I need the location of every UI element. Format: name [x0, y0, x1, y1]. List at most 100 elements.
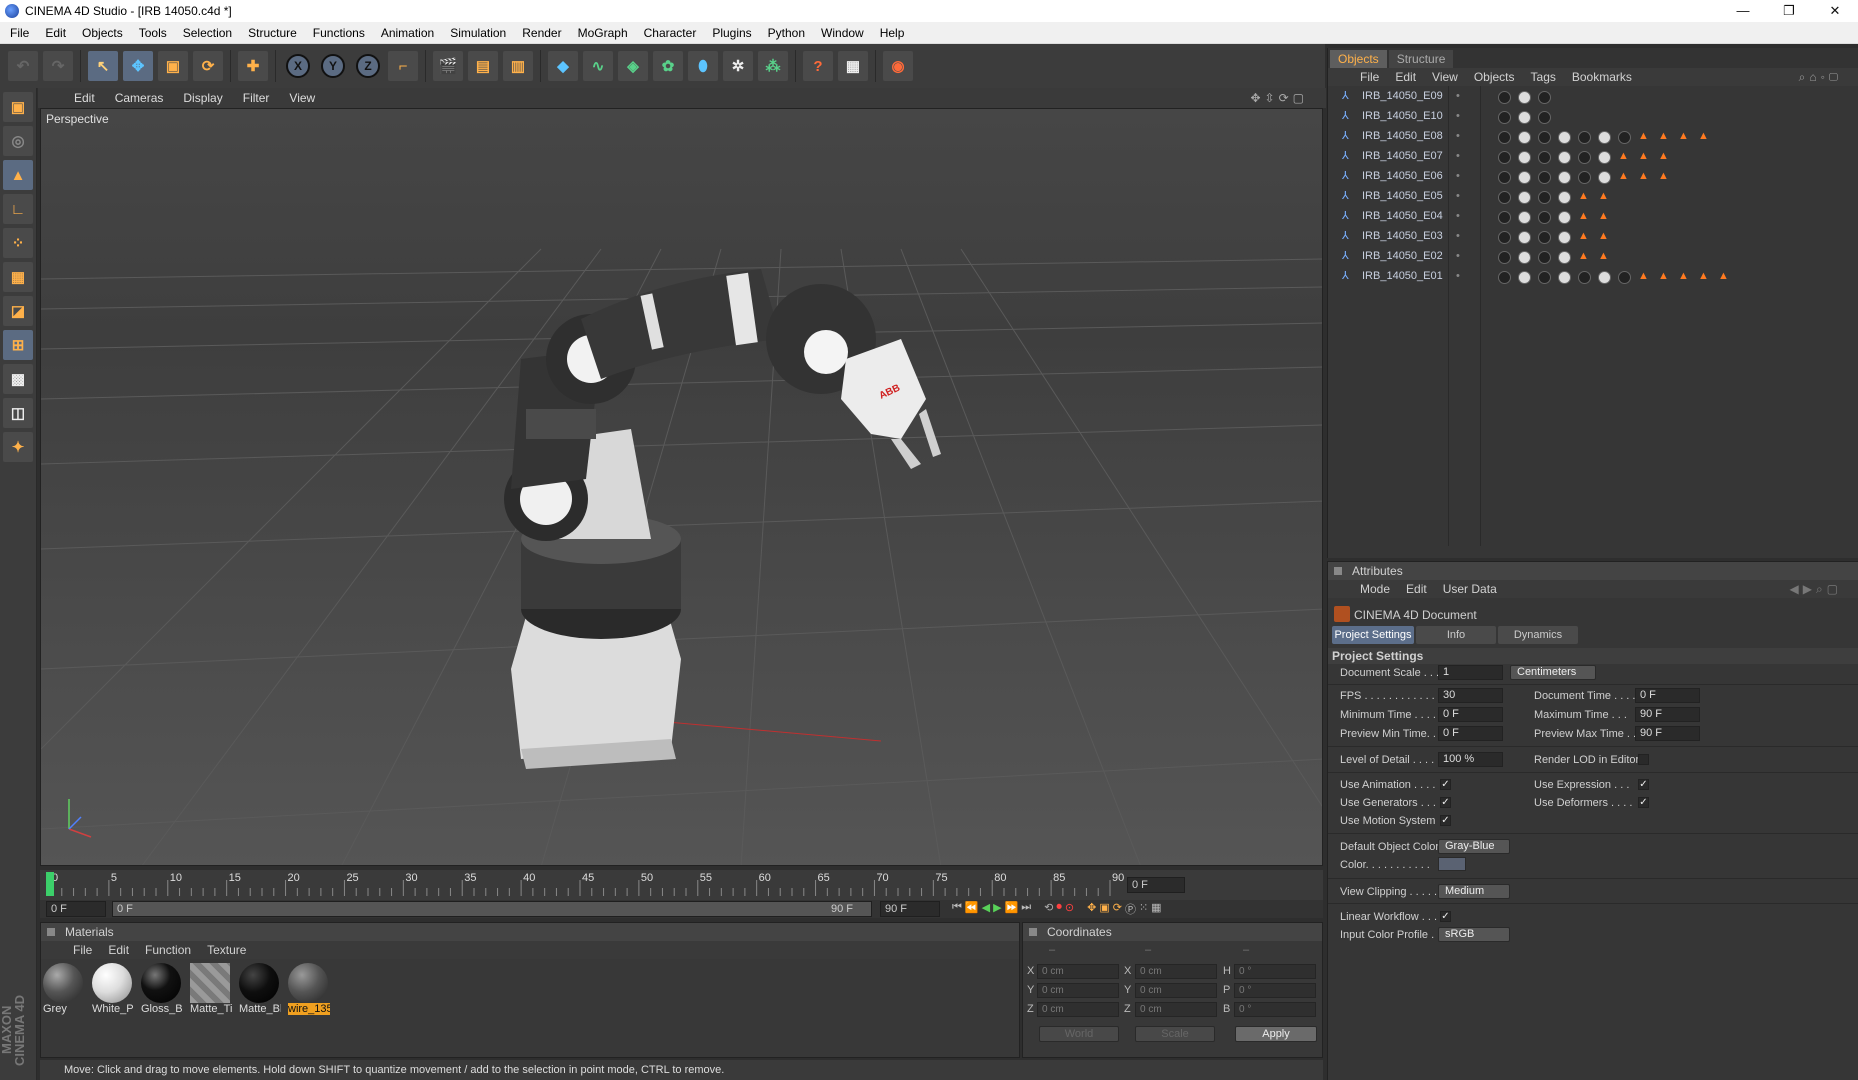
default-object-color-dropdown[interactable]: Gray-Blue [1438, 839, 1510, 854]
phong-tag-icon[interactable]: ▲ [1598, 228, 1609, 245]
coordinate-system-icon[interactable]: ⌐ [388, 51, 418, 81]
array-icon[interactable]: ✿ [653, 51, 683, 81]
move-tool-icon[interactable]: ✥ [123, 51, 153, 81]
menu-help[interactable]: Help [872, 26, 913, 40]
use-generators-checkbox[interactable]: ✓ [1440, 797, 1451, 808]
phong-tag-icon[interactable]: ▲ [1658, 268, 1669, 285]
cube-object-icon[interactable]: ◆ [548, 51, 578, 81]
menu-animation[interactable]: Animation [373, 26, 442, 40]
phong-tag-icon[interactable]: ▲ [1578, 228, 1589, 245]
tab-project-settings[interactable]: Project Settings [1332, 626, 1414, 644]
recent-tools-icon[interactable]: ✚ [238, 51, 268, 81]
size-mode-dropdown[interactable]: Scale [1135, 1026, 1215, 1042]
phong-tag-icon[interactable]: ▲ [1638, 168, 1649, 185]
material-tag-icon[interactable] [1498, 171, 1511, 184]
commander-icon[interactable]: ▦ [838, 51, 868, 81]
apply-button[interactable]: Apply [1235, 1026, 1317, 1042]
materials-menu-file[interactable]: File [65, 943, 100, 957]
objects-menu-bookmarks[interactable]: Bookmarks [1564, 70, 1640, 84]
material-tag-icon[interactable] [1498, 111, 1511, 124]
perspective-viewport[interactable]: Perspective ABB [40, 108, 1323, 866]
object-row[interactable]: ⅄ IRB_14050_E03 • ▲ ▲ [1328, 228, 1858, 245]
autokey-icon[interactable]: ⊙ [1065, 901, 1074, 917]
material-tag-icon[interactable] [1538, 171, 1551, 184]
visibility-dots-icon[interactable]: • [1456, 148, 1460, 165]
y-axis-lock-icon[interactable]: Y [321, 54, 345, 78]
material-tag-icon[interactable] [1518, 131, 1531, 144]
material-tag-icon[interactable] [1558, 271, 1571, 284]
view-clipping-dropdown[interactable]: Medium [1438, 884, 1510, 899]
key-scale-icon[interactable]: ▣ [1099, 901, 1109, 917]
visibility-dots-icon[interactable]: • [1456, 188, 1460, 205]
x-axis-lock-icon[interactable]: X [286, 54, 310, 78]
sculpt-icon[interactable]: ✦ [3, 432, 33, 462]
rot-p-field[interactable]: 0 ° [1234, 983, 1316, 998]
phong-tag-icon[interactable]: ▲ [1598, 208, 1609, 225]
nurbs-generator-icon[interactable]: ◈ [618, 51, 648, 81]
texture-mode-icon[interactable]: ◎ [3, 126, 33, 156]
rotate-tool-icon[interactable]: ⟳ [193, 51, 223, 81]
coordinate-space-dropdown[interactable]: World [1039, 1026, 1119, 1042]
size-y-field[interactable]: 0 cm [1135, 983, 1217, 998]
pos-y-field[interactable]: 0 cm [1037, 983, 1119, 998]
material-tag-icon[interactable] [1618, 131, 1631, 144]
menu-mograph[interactable]: MoGraph [570, 26, 636, 40]
phong-tag-icon[interactable]: ▲ [1658, 148, 1669, 165]
start-frame-field[interactable]: 0 F [46, 901, 106, 917]
material-tag-icon[interactable] [1518, 251, 1531, 264]
menu-plugins[interactable]: Plugins [704, 26, 759, 40]
material-tag-icon[interactable] [1538, 251, 1551, 264]
material-tag-icon[interactable] [1558, 171, 1571, 184]
material-swatch[interactable]: Grey [43, 963, 85, 1021]
play-forward-icon[interactable]: ▶ [993, 901, 1001, 917]
use-motion-system-checkbox[interactable]: ✓ [1440, 815, 1451, 826]
materials-menu-edit[interactable]: Edit [100, 943, 137, 957]
material-tag-icon[interactable] [1498, 91, 1511, 104]
menu-structure[interactable]: Structure [240, 26, 305, 40]
model-mode-icon[interactable]: ▲ [3, 160, 33, 190]
close-button[interactable]: ✕ [1812, 0, 1858, 22]
material-swatch[interactable]: Matte_Bl [239, 963, 281, 1021]
tab-info[interactable]: Info [1416, 626, 1496, 644]
use-deformers-checkbox[interactable]: ✓ [1638, 797, 1649, 808]
deformer-icon[interactable]: ⬮ [688, 51, 718, 81]
polygon-mode-icon[interactable]: ◪ [3, 296, 33, 326]
level-of-detail-field[interactable]: 100 % [1438, 752, 1503, 767]
material-swatch-selected[interactable]: wire_135 [288, 963, 330, 1021]
key-pla-icon[interactable]: ⁙ [1139, 901, 1148, 917]
materials-menu-texture[interactable]: Texture [199, 943, 254, 957]
viewport-menu-cameras[interactable]: Cameras [107, 91, 172, 105]
attributes-menu-userdata[interactable]: User Data [1435, 582, 1505, 596]
visibility-dots-icon[interactable]: • [1456, 88, 1460, 105]
material-tag-icon[interactable] [1578, 271, 1591, 284]
material-tag-icon[interactable] [1558, 251, 1571, 264]
materials-menu-function[interactable]: Function [137, 943, 199, 957]
render-picture-viewer-icon[interactable]: ▤ [468, 51, 498, 81]
menu-tools[interactable]: Tools [131, 26, 175, 40]
phong-tag-icon[interactable]: ▲ [1598, 248, 1609, 265]
pos-x-field[interactable]: 0 cm [1037, 964, 1119, 979]
material-tag-icon[interactable] [1558, 211, 1571, 224]
visibility-dots-icon[interactable]: • [1456, 228, 1460, 245]
workplane-icon[interactable]: ◫ [3, 398, 33, 428]
phong-tag-icon[interactable]: ▲ [1698, 128, 1709, 145]
material-tag-icon[interactable] [1598, 171, 1611, 184]
material-tag-icon[interactable] [1618, 271, 1631, 284]
object-row[interactable]: ⅄ IRB_14050_E09 • [1328, 88, 1858, 105]
object-color-swatch[interactable] [1438, 857, 1466, 871]
attributes-nav-icons[interactable]: ◀▶⌕▢ [1781, 582, 1850, 597]
fps-field[interactable]: 30 [1438, 688, 1503, 703]
undo-icon[interactable]: ↶ [8, 51, 38, 81]
material-tag-icon[interactable] [1498, 191, 1511, 204]
spline-icon[interactable]: ∿ [583, 51, 613, 81]
render-lod-checkbox[interactable] [1638, 754, 1649, 765]
material-tag-icon[interactable] [1538, 91, 1551, 104]
key-parameter-icon[interactable]: Ⓟ [1125, 901, 1136, 917]
menu-render[interactable]: Render [514, 26, 569, 40]
visibility-dots-icon[interactable]: • [1456, 208, 1460, 225]
phong-tag-icon[interactable]: ▲ [1578, 188, 1589, 205]
document-scale-field[interactable]: 1 [1438, 665, 1503, 680]
object-row[interactable]: ⅄ IRB_14050_E04 • ▲ ▲ [1328, 208, 1858, 225]
current-frame-field[interactable]: 0 F [1127, 877, 1185, 893]
phong-tag-icon[interactable]: ▲ [1618, 148, 1629, 165]
